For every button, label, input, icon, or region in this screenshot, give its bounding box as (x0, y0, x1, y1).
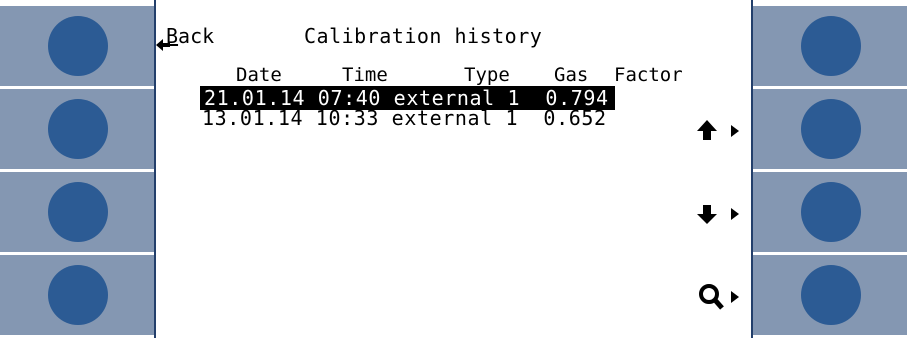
key-circle (801, 99, 861, 159)
column-header-date: Date (236, 64, 282, 86)
back-label: Back (166, 24, 215, 48)
left-key-2[interactable] (0, 89, 154, 169)
page-title: Calibration history (304, 24, 543, 48)
left-key-1[interactable] (0, 6, 154, 86)
key-circle (48, 265, 108, 325)
table-row[interactable]: 13.01.14 10:33 external 1 0.652 (202, 106, 607, 130)
down-arrow-icon[interactable] (697, 199, 741, 229)
key-circle (801, 265, 861, 325)
left-key-3[interactable] (0, 172, 154, 252)
right-key-1[interactable] (753, 6, 907, 86)
cell-gas: 1 (505, 106, 519, 130)
zoom-icon[interactable] (697, 282, 741, 312)
right-key-3[interactable] (753, 172, 907, 252)
key-circle (48, 16, 108, 76)
up-arrow-icon[interactable] (697, 116, 741, 146)
cell-date: 13.01.14 (202, 106, 304, 130)
right-key-2[interactable] (753, 89, 907, 169)
left-key-4[interactable] (0, 255, 154, 335)
column-header-time: Time (342, 64, 388, 86)
cell-time: 10:33 (315, 106, 380, 130)
display-screen: Back Calibration history Date Time Type … (154, 0, 753, 338)
column-header-type: Type (464, 64, 510, 86)
key-circle (48, 182, 108, 242)
key-circle (801, 16, 861, 76)
right-key-panel (753, 0, 907, 338)
key-circle (801, 182, 861, 242)
key-circle (48, 99, 108, 159)
cell-factor: 0.652 (543, 106, 607, 130)
left-key-panel (0, 0, 154, 338)
right-key-4[interactable] (753, 255, 907, 335)
column-header-factor: Factor (614, 64, 683, 86)
column-header-gas: Gas (554, 64, 589, 86)
cell-type: external (391, 106, 493, 130)
